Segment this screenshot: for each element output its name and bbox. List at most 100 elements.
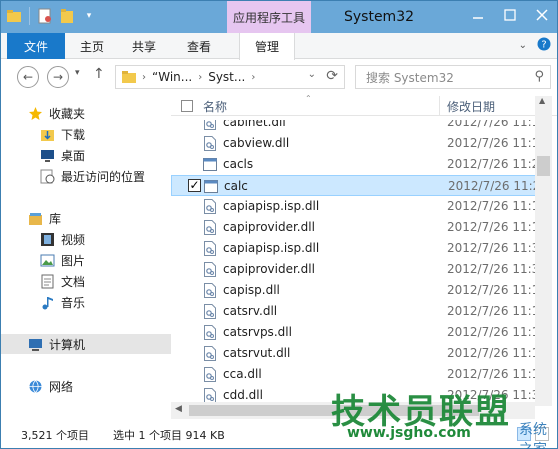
- breadcrumb-chevron-icon[interactable]: ›: [142, 72, 146, 83]
- nav-documents[interactable]: 文档: [39, 271, 85, 291]
- minimize-icon[interactable]: [467, 5, 489, 25]
- dll-file-icon: [204, 283, 216, 298]
- application-icon: [204, 180, 218, 193]
- dll-file-icon: [204, 325, 216, 340]
- search-icon[interactable]: ⚲: [534, 69, 544, 84]
- address-bar[interactable]: › “Win... › Syst... › ⌄ ⟳: [115, 65, 345, 89]
- file-list: ⌃ 名称 修改日期 cabinet.dll 2012/7/26 11:1 cabvi…: [171, 94, 557, 421]
- vertical-scrollbar[interactable]: ▲: [535, 96, 552, 406]
- nav-pictures-label: 图片: [61, 253, 86, 268]
- table-row[interactable]: catsrvut.dll 2012/7/26 11:1: [171, 343, 537, 364]
- tab-view[interactable]: 查看: [177, 33, 221, 59]
- table-row[interactable]: capiprovider.dll 2012/7/26 11:1: [171, 217, 537, 238]
- breadcrumb-chevron-icon[interactable]: ›: [251, 72, 255, 83]
- table-row[interactable]: catsrv.dll 2012/7/26 11:1: [171, 301, 537, 322]
- table-row[interactable]: ✓ calc 2012/7/26 11:2: [171, 175, 538, 196]
- nav-downloads[interactable]: 下载: [39, 124, 85, 144]
- library-icon: [27, 210, 43, 226]
- window-title: System32: [343, 9, 415, 25]
- file-date: 2012/7/26 11:3: [447, 262, 537, 276]
- dll-file-icon: [204, 262, 216, 277]
- maximize-icon[interactable]: [499, 5, 521, 25]
- tab-file[interactable]: 文件: [7, 33, 65, 59]
- vertical-scroll-thumb[interactable]: [537, 156, 550, 176]
- nav-recent[interactable]: 最近访问的位置: [39, 166, 145, 186]
- table-row[interactable]: cca.dll 2012/7/26 11:1: [171, 364, 537, 385]
- tab-manage[interactable]: 管理: [239, 33, 295, 60]
- contextual-tab-app-tools[interactable]: 应用程序工具: [227, 1, 311, 33]
- forward-button[interactable]: →: [47, 66, 69, 88]
- file-name: cdd.dll: [223, 388, 263, 402]
- toolbar-separator: [29, 7, 30, 25]
- file-name: capisp.dll: [223, 283, 280, 297]
- nav-music[interactable]: 音乐: [39, 292, 85, 312]
- dll-file-icon: [204, 388, 216, 403]
- select-all-checkbox[interactable]: [181, 100, 193, 112]
- application-icon: [203, 158, 217, 171]
- new-folder-icon[interactable]: [58, 7, 76, 25]
- music-note-icon: [39, 294, 55, 310]
- nav-libraries[interactable]: 库: [27, 208, 61, 228]
- row-checkbox[interactable]: ✓: [188, 179, 201, 192]
- customize-toolbar-icon[interactable]: ▾: [80, 7, 98, 25]
- address-row: ← → ▾ ↑ › “Win... › Syst... › ⌄ ⟳ 搜索 Sys…: [1, 60, 557, 94]
- table-row[interactable]: cacls 2012/7/26 11:2: [171, 154, 537, 175]
- column-date-modified[interactable]: 修改日期: [447, 98, 495, 115]
- table-row[interactable]: capiapisp.isp.dll 2012/7/26 11:3: [171, 238, 537, 259]
- expand-ribbon-icon[interactable]: ⌄: [519, 40, 527, 51]
- scroll-left-icon[interactable]: ◀: [175, 404, 182, 414]
- address-dropdown-icon[interactable]: ⌄: [308, 69, 316, 80]
- column-divider[interactable]: [439, 96, 440, 116]
- folder-icon[interactable]: [5, 7, 23, 25]
- column-name[interactable]: 名称: [203, 98, 227, 115]
- table-row[interactable]: capiprovider.dll 2012/7/26 11:3: [171, 259, 537, 280]
- sort-ascending-icon: ⌃: [305, 94, 312, 103]
- file-date: 2012/7/26 11:1: [447, 136, 537, 150]
- breadcrumb-windows[interactable]: “Win...: [152, 70, 192, 84]
- computer-icon: [27, 336, 43, 352]
- close-icon[interactable]: [531, 5, 553, 25]
- nav-computer[interactable]: 计算机: [1, 334, 171, 354]
- tab-share[interactable]: 共享: [123, 33, 165, 59]
- file-name: catsrvps.dll: [223, 325, 292, 339]
- nav-videos[interactable]: 视频: [39, 229, 85, 249]
- nav-favorites[interactable]: 收藏夹: [27, 103, 85, 123]
- arrow-left-icon: ←: [22, 70, 34, 84]
- file-date: 2012/7/26 11:1: [447, 304, 537, 318]
- file-name: cabview.dll: [223, 136, 290, 150]
- table-row[interactable]: catsrvps.dll 2012/7/26 11:1: [171, 322, 537, 343]
- nav-pictures[interactable]: 图片: [39, 250, 85, 270]
- refresh-icon[interactable]: ⟳: [326, 68, 338, 84]
- file-name: capiprovider.dll: [223, 262, 315, 276]
- up-arrow-icon[interactable]: ↑: [93, 66, 105, 82]
- breadcrumb-system32[interactable]: Syst...: [208, 70, 245, 84]
- dll-file-icon: [204, 220, 216, 235]
- file-name: cabinet.dll: [223, 115, 286, 129]
- title-bar: ▾ 应用程序工具 System32: [1, 1, 557, 33]
- column-header: ⌃ 名称 修改日期: [171, 94, 557, 116]
- selection-info: 选中 1 个项目 914 KB: [113, 429, 225, 442]
- scroll-up-icon[interactable]: ▲: [539, 96, 545, 105]
- desktop-icon: [39, 147, 55, 163]
- file-name: catsrv.dll: [223, 304, 278, 318]
- file-name: calc: [224, 179, 248, 193]
- back-button[interactable]: ←: [17, 66, 39, 88]
- item-count: 3,521 个项目: [21, 429, 89, 442]
- file-date: 2012/7/26 11:1: [447, 283, 537, 297]
- recent-locations-icon[interactable]: ▾: [75, 68, 80, 78]
- table-row[interactable]: cabview.dll 2012/7/26 11:1: [171, 133, 537, 154]
- file-date: 2012/7/26 11:3: [447, 241, 537, 255]
- nav-network[interactable]: 网络: [27, 376, 73, 396]
- search-input[interactable]: 搜索 System32 ⚲: [355, 65, 551, 89]
- properties-icon[interactable]: [36, 7, 54, 25]
- tab-home[interactable]: 主页: [71, 33, 113, 59]
- table-row[interactable]: capisp.dll 2012/7/26 11:1: [171, 280, 537, 301]
- download-folder-icon: [39, 126, 55, 142]
- svg-text:?: ?: [541, 40, 546, 51]
- breadcrumb-chevron-icon[interactable]: ›: [198, 72, 202, 83]
- document-icon: [39, 273, 55, 289]
- table-row[interactable]: capiapisp.isp.dll 2012/7/26 11:1: [171, 196, 537, 217]
- help-icon[interactable]: ?: [537, 37, 551, 54]
- nav-desktop[interactable]: 桌面: [39, 145, 85, 165]
- dll-file-icon: [204, 120, 216, 130]
